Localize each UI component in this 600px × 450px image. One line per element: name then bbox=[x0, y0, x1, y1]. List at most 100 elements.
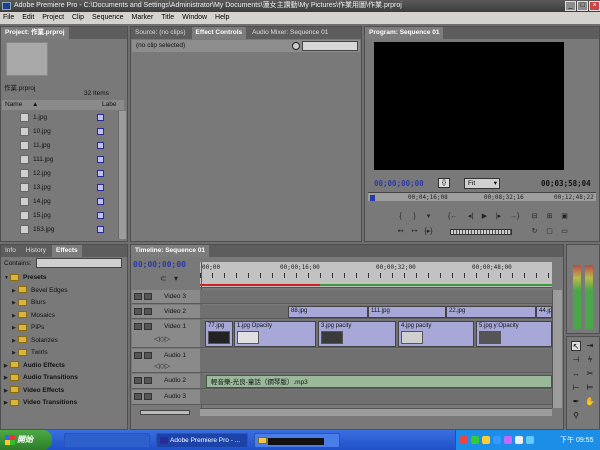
safe-margins-toggle-icon[interactable]: ▢ bbox=[545, 227, 554, 236]
lock-icon[interactable] bbox=[144, 377, 152, 384]
audio-clip[interactable]: 輕音樂-光良-童話（鋼琴版）.mp3 bbox=[206, 375, 552, 388]
timeline-horizontal-scrollbar[interactable] bbox=[200, 408, 552, 416]
tray-icon[interactable] bbox=[482, 436, 490, 444]
lock-icon[interactable] bbox=[144, 323, 152, 330]
list-item[interactable]: 11.jpg bbox=[2, 139, 118, 153]
list-item[interactable]: 10.jpg bbox=[2, 125, 118, 139]
track-header-video3[interactable]: Video 3 bbox=[132, 290, 200, 304]
menu-sequence[interactable]: Sequence bbox=[89, 12, 127, 24]
list-item[interactable]: 14.jpg bbox=[2, 195, 118, 209]
selection-tool-icon[interactable]: ↖ bbox=[571, 341, 581, 351]
lock-icon[interactable] bbox=[144, 393, 152, 400]
sort-caret-icon[interactable]: ▲ bbox=[32, 100, 38, 110]
program-playhead[interactable] bbox=[370, 195, 375, 201]
track-area-audio3[interactable] bbox=[200, 390, 552, 405]
tree-item[interactable]: ▶ Blurs bbox=[2, 297, 120, 310]
tab-effect-controls[interactable]: Effect Controls bbox=[191, 27, 247, 39]
video-clip[interactable]: 88.jpg bbox=[288, 306, 368, 318]
menu-help[interactable]: Help bbox=[212, 12, 232, 24]
track-area-video3[interactable] bbox=[200, 290, 552, 304]
video-clip[interactable]: 22.jpg bbox=[446, 306, 536, 318]
maximize-button[interactable]: □ bbox=[577, 1, 588, 11]
set-in-icon[interactable]: { bbox=[396, 212, 405, 221]
lift-icon[interactable]: ⊟ bbox=[530, 212, 539, 221]
column-label[interactable]: Labe bbox=[102, 100, 116, 110]
slip-tool-icon[interactable]: ⊢ bbox=[571, 383, 581, 393]
zoom-fit-select[interactable]: Fit ▾ bbox=[464, 178, 500, 189]
output-icon[interactable]: ▭ bbox=[560, 227, 569, 236]
eye-icon[interactable] bbox=[134, 293, 142, 300]
menu-project[interactable]: Project bbox=[39, 12, 67, 24]
tree-item[interactable]: ▶ PiPs bbox=[2, 322, 120, 335]
step-back-icon[interactable]: ◂| bbox=[466, 212, 475, 221]
tab-program[interactable]: Program: Sequence 01 bbox=[365, 27, 444, 39]
tree-item[interactable]: ▶ Audio Transitions bbox=[2, 372, 120, 385]
list-item[interactable]: 153.jpg bbox=[2, 223, 118, 237]
snap-icon[interactable]: ⊂ bbox=[160, 274, 170, 283]
track-header-video1[interactable]: Video 1 ◁◇▷ bbox=[132, 320, 200, 348]
volume-icon[interactable] bbox=[515, 436, 523, 444]
timeline-timecode[interactable]: 00;00;00;00 bbox=[133, 260, 186, 269]
track-header-audio2[interactable]: Audio 2 bbox=[132, 374, 200, 389]
list-item[interactable]: 15.jpg bbox=[2, 209, 118, 223]
video-clip[interactable]: 4.jpg pacity bbox=[398, 321, 474, 347]
tray-icon[interactable] bbox=[471, 436, 479, 444]
list-item[interactable]: 111.jpg bbox=[2, 153, 118, 167]
tab-history[interactable]: History bbox=[22, 245, 50, 257]
project-list-scrollbar[interactable] bbox=[118, 111, 126, 239]
list-item[interactable]: 1.jpg bbox=[2, 111, 118, 125]
tree-item[interactable]: ▼ Presets bbox=[2, 272, 120, 285]
tab-effects[interactable]: Effects bbox=[51, 245, 82, 257]
lock-icon[interactable] bbox=[144, 352, 152, 359]
rate-stretch-tool-icon[interactable]: ↔ bbox=[571, 369, 581, 379]
eye-icon[interactable] bbox=[134, 308, 142, 315]
video-clip[interactable]: 111.jpg bbox=[368, 306, 446, 318]
track-header-audio1[interactable]: Audio 1 ◁◇▷ bbox=[132, 349, 200, 373]
tab-timeline[interactable]: Timeline: Sequence 01 bbox=[131, 245, 209, 257]
razor-tool-icon[interactable]: ✂ bbox=[585, 369, 595, 379]
video-clip[interactable]: 77.jpg bbox=[205, 321, 233, 347]
tab-audio-mixer[interactable]: Audio Mixer: Sequence 01 bbox=[248, 27, 332, 39]
tab-info[interactable]: Info bbox=[1, 245, 20, 257]
speaker-icon[interactable] bbox=[134, 377, 142, 384]
keyframe-nav-icon[interactable]: ◁◇▷ bbox=[154, 335, 170, 343]
safe-margins-icon[interactable]: {} bbox=[438, 178, 450, 188]
tree-item[interactable]: ▶ Twirls bbox=[2, 347, 120, 360]
lock-icon[interactable] bbox=[144, 293, 152, 300]
video-clip[interactable]: 1.jpg Opacity bbox=[234, 321, 316, 347]
play-in-to-out-icon[interactable]: {▸} bbox=[424, 227, 433, 236]
rolling-edit-tool-icon[interactable]: ⫩ bbox=[585, 355, 595, 365]
track-select-tool-icon[interactable]: ⇥ bbox=[585, 341, 595, 351]
tree-item[interactable]: ▶ Video Transitions bbox=[2, 397, 120, 410]
step-forward-icon[interactable]: |▸ bbox=[494, 212, 503, 221]
go-to-in-icon[interactable]: {← bbox=[448, 212, 457, 221]
tree-item[interactable]: ▶ Audio Effects bbox=[2, 360, 120, 373]
record-toggle-icon[interactable] bbox=[292, 42, 300, 50]
track-area-audio1[interactable] bbox=[200, 349, 552, 373]
program-mini-ruler[interactable]: 00;04;16;08 00;08;32;16 00;12;48;22 bbox=[368, 192, 596, 201]
tree-item[interactable]: ▶ Bevel Edges bbox=[2, 285, 120, 298]
tray-icon[interactable] bbox=[504, 436, 512, 444]
marker-icon[interactable]: ▾ bbox=[424, 212, 433, 221]
menu-window[interactable]: Window bbox=[179, 12, 210, 24]
task-button-hidden[interactable] bbox=[64, 433, 150, 448]
menu-file[interactable]: File bbox=[0, 12, 17, 24]
jog-shuttle-control[interactable] bbox=[450, 229, 512, 235]
zoom-tool-icon[interactable]: ⚲ bbox=[571, 411, 581, 421]
track-header-video2[interactable]: Video 2 bbox=[132, 305, 200, 319]
speaker-icon[interactable] bbox=[134, 393, 142, 400]
tree-item[interactable]: ▶ Video Effects bbox=[2, 385, 120, 398]
extract-icon[interactable]: ⊞ bbox=[545, 212, 554, 221]
video-clip[interactable]: 44.jpg bbox=[536, 306, 552, 318]
list-item[interactable]: 12.jpg bbox=[2, 167, 118, 181]
menu-clip[interactable]: Clip bbox=[69, 12, 87, 24]
loop-icon[interactable]: ↻ bbox=[530, 227, 539, 236]
go-to-out-icon[interactable]: →} bbox=[510, 212, 519, 221]
video-clip[interactable]: 5.jpg y:Opacity bbox=[476, 321, 552, 347]
premiere-app-icon[interactable] bbox=[2, 2, 11, 10]
set-marker-icon[interactable]: ▾ bbox=[174, 274, 184, 283]
timeline-zoom-slider[interactable] bbox=[140, 410, 190, 415]
video-clip[interactable]: 3.jpg pacity bbox=[318, 321, 396, 347]
play-icon[interactable]: ▶ bbox=[480, 212, 489, 221]
eye-icon[interactable] bbox=[134, 323, 142, 330]
